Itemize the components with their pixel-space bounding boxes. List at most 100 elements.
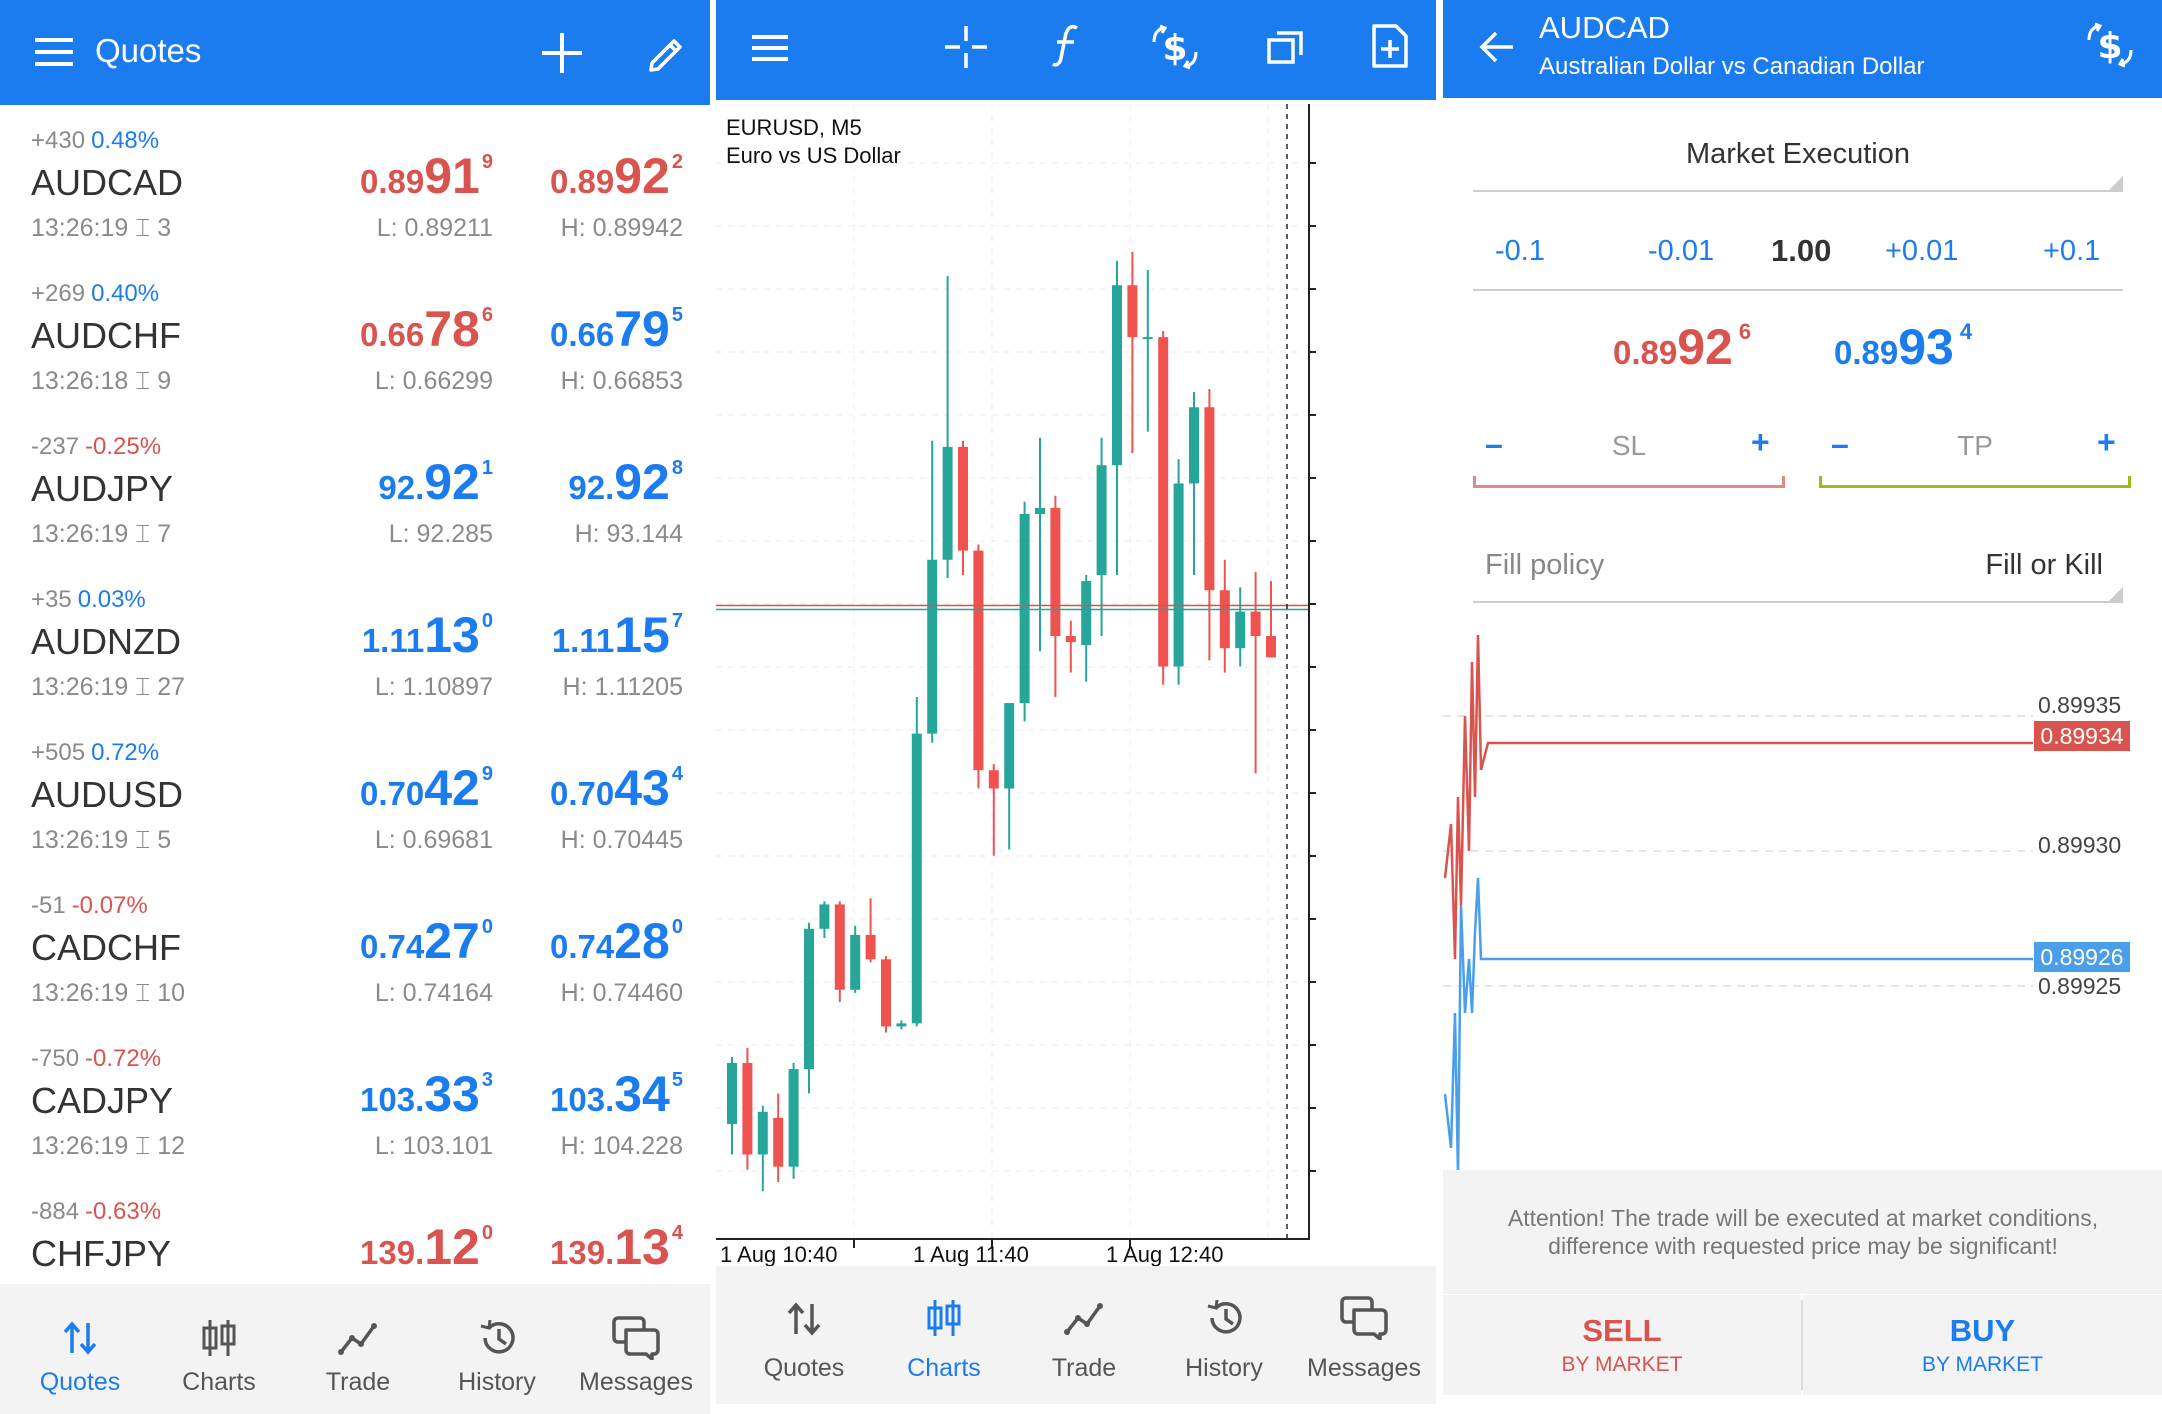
quote-row-audnzd[interactable]: +35 0.03% AUDNZD 13:26:19 ⌶ 27 1.1113 0 1.1115… — [0, 566, 710, 719]
candle-body — [865, 934, 876, 960]
execution-type-select[interactable]: Market Execution — [1473, 130, 2123, 192]
nav-history-label: History — [1185, 1354, 1263, 1382]
nav-charts[interactable]: Charts — [149, 1284, 289, 1414]
fill-policy-select[interactable]: Fill policy Fill or Kill — [1473, 535, 2123, 603]
ask-price-tag: 0.89934 — [2034, 721, 2130, 751]
quote-bid-price: 1.1113 0 — [361, 607, 493, 663]
execution-underline — [1473, 190, 2123, 192]
quote-change-percent: 0.48% — [91, 127, 160, 154]
buy-by-market-button[interactable]: BUY BY MARKET — [1803, 1295, 2162, 1395]
candle-body — [1189, 407, 1199, 484]
candle-body — [1127, 285, 1138, 338]
candle-body — [927, 559, 938, 734]
svg-text:$: $ — [2097, 26, 2122, 67]
trade-trend-icon — [1064, 1300, 1104, 1336]
sell-by-market-button[interactable]: SELL BY MARKET — [1443, 1295, 1801, 1395]
bid-tick-line — [1443, 877, 2033, 1176]
tp-underline-right-tick — [2128, 476, 2131, 488]
candle-body — [1142, 337, 1153, 340]
candle-body — [942, 446, 953, 560]
quote-symbol: CADCHF — [31, 927, 181, 968]
candle-body — [1019, 514, 1030, 704]
take-profit-field[interactable]: – TP + — [1819, 420, 2131, 488]
quote-high: H: 0.66853 — [560, 367, 683, 395]
quote-change: -750 -0.72% — [31, 1045, 162, 1072]
candle-body — [850, 934, 861, 990]
fill-policy-underline — [1473, 601, 2123, 603]
quote-ask-price: 103.34 5 — [550, 1066, 683, 1122]
quote-low: L: 92.285 — [388, 520, 493, 548]
stop-loss-field[interactable]: – SL + — [1473, 420, 1785, 488]
volume-minus-0.01-button[interactable]: -0.01 — [1648, 235, 1714, 268]
candle-body — [958, 446, 968, 551]
candlestick-icon — [201, 1318, 237, 1358]
quote-change-percent: -0.72% — [85, 1045, 162, 1072]
quote-high: H: 0.89942 — [560, 214, 683, 242]
volume-minus-0.1-button[interactable]: -0.1 — [1495, 235, 1545, 268]
sl-plus-button[interactable]: + — [1751, 424, 1770, 461]
candle-body — [1204, 407, 1215, 591]
quote-time: 13:26:19 ⌶ 5 — [31, 826, 172, 854]
order-symbol: AUDCAD — [1539, 10, 1670, 45]
quote-change-percent: -0.63% — [85, 1198, 162, 1225]
quote-low: L: 0.89211 — [376, 214, 493, 242]
execution-type-value: Market Execution — [1685, 138, 1911, 170]
quote-bid-price: 0.6678 6 — [360, 301, 493, 357]
spread-icon: ⌶ — [135, 673, 151, 701]
symbol-change-dollar-icon[interactable]: $ — [2085, 22, 2135, 68]
tick-y-label-2: 0.89930 — [2038, 832, 2122, 858]
candle-body — [988, 770, 999, 789]
quote-spread: 27 — [157, 673, 186, 701]
menu-icon[interactable] — [35, 37, 73, 67]
trade-trend-icon — [338, 1320, 378, 1356]
nav-history[interactable]: History — [1154, 1266, 1294, 1400]
nav-trade[interactable]: Trade — [288, 1284, 428, 1414]
windows-icon[interactable] — [1266, 28, 1306, 66]
quote-row-audchf[interactable]: +269 0.40% AUDCHF 13:26:18 ⌶ 9 0.6678 6 0.6679… — [0, 260, 710, 413]
dropdown-corner-icon — [2107, 587, 2123, 603]
menu-icon[interactable] — [752, 34, 788, 62]
nav-quotes[interactable]: Quotes — [734, 1266, 874, 1400]
indicators-function-icon[interactable] — [1052, 24, 1082, 68]
nav-messages[interactable]: Messages — [1294, 1266, 1434, 1400]
nav-messages[interactable]: Messages — [566, 1284, 706, 1414]
market-notice-text: Attention! The trade will be executed at… — [1507, 1205, 2099, 1259]
quote-row-audjpy[interactable]: -237 -0.25% AUDJPY 13:26:19 ⌶ 7 92.92 1 92.92 8… — [0, 413, 710, 566]
nav-charts[interactable]: Charts — [874, 1266, 1014, 1400]
quote-time: 13:26:19 ⌶ 10 — [31, 979, 186, 1007]
quote-time: 13:26:19 ⌶ 7 — [31, 520, 172, 548]
nav-trade[interactable]: Trade — [1014, 1266, 1154, 1400]
quote-row-audusd[interactable]: +505 0.72% AUDUSD 13:26:19 ⌶ 5 0.7042 9 0.7043… — [0, 719, 710, 872]
candlestick-chart[interactable] — [716, 100, 1436, 1270]
quote-ask-price: 139.13 4 — [550, 1219, 683, 1275]
quote-bid-price: 139.12 0 — [360, 1219, 493, 1275]
back-arrow-icon[interactable] — [1479, 30, 1515, 64]
quote-bid-price: 92.92 1 — [378, 454, 493, 510]
tp-underline — [1819, 485, 2131, 488]
candle-body — [804, 928, 814, 1070]
fill-policy-label: Fill policy — [1485, 549, 1605, 581]
candle-body — [788, 1069, 799, 1167]
tp-plus-button[interactable]: + — [2097, 424, 2116, 461]
edit-pencil-icon[interactable] — [646, 33, 686, 73]
fill-policy-value: Fill or Kill — [1985, 549, 2103, 581]
crosshair-icon[interactable] — [945, 26, 987, 68]
plus-icon[interactable] — [542, 33, 582, 73]
volume-value[interactable]: 1.00 — [1771, 233, 1831, 269]
new-order-dollar-icon[interactable]: $ — [1150, 24, 1200, 70]
nav-history[interactable]: History — [427, 1284, 567, 1414]
quote-row-cadjpy[interactable]: -750 -0.72% CADJPY 13:26:19 ⌶ 12 103.33 3 103.… — [0, 1025, 710, 1178]
candle-body — [1096, 465, 1107, 575]
nav-quotes[interactable]: Quotes — [10, 1284, 150, 1414]
candlestick-chart-canvas[interactable] — [716, 100, 1436, 1270]
nav-quotes-label: Quotes — [763, 1354, 845, 1382]
new-document-icon[interactable] — [1370, 22, 1410, 70]
volume-plus-0.01-button[interactable]: +0.01 — [1885, 235, 1958, 268]
quote-row-audcad[interactable]: +430 0.48% AUDCAD 13:26:19 ⌶ 3 0.8991 9 0.8992… — [0, 107, 710, 260]
quote-change: +35 0.03% — [31, 586, 146, 613]
market-notice: Attention! The trade will be executed at… — [1443, 1170, 2162, 1294]
spread-icon: ⌶ — [135, 1132, 151, 1160]
nav-charts-label: Charts — [182, 1368, 256, 1396]
quote-row-cadchf[interactable]: -51 -0.07% CADCHF 13:26:19 ⌶ 10 0.7427 0 0.742… — [0, 872, 710, 1025]
volume-plus-0.1-button[interactable]: +0.1 — [2043, 235, 2100, 268]
